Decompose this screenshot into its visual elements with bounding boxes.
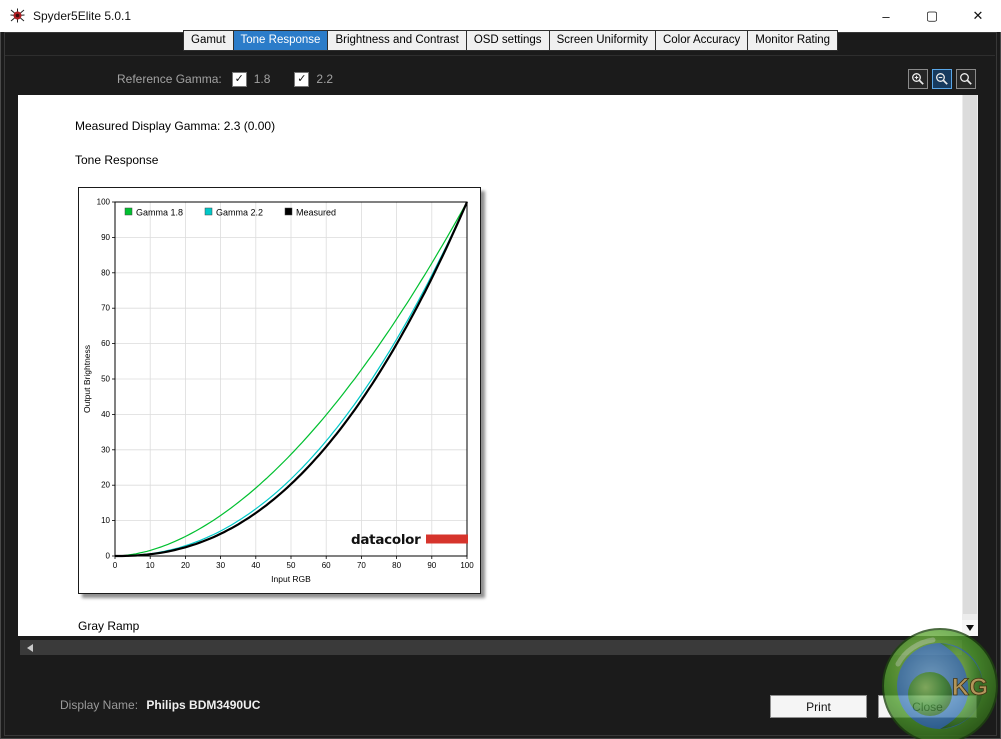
kitguru-watermark: KG [882, 628, 998, 739]
svg-text:80: 80 [101, 268, 110, 277]
tab-osd-settings[interactable]: OSD settings [466, 30, 550, 51]
app-window: Spyder5Elite 5.0.1 – ▢ ✕ Gamut Tone Respo… [0, 0, 1001, 739]
svg-text:60: 60 [322, 561, 331, 570]
window-controls: – ▢ ✕ [863, 0, 1001, 32]
svg-text:70: 70 [357, 561, 366, 570]
display-name-label: Display Name: [60, 698, 139, 712]
display-name-value: Philips BDM3490UC [146, 698, 261, 712]
reference-gamma-label: Reference Gamma: [117, 72, 222, 86]
svg-text:Gamma 2.2: Gamma 2.2 [216, 208, 263, 218]
svg-text:40: 40 [251, 561, 260, 570]
tone-response-chart: 0 10 20 30 40 50 60 70 80 90 100 0 10 20 30 40 50 60 70 80 9… [78, 187, 481, 594]
zoom-area-icon [960, 73, 972, 85]
svg-text:Measured: Measured [296, 208, 336, 218]
vertical-scrollbar-thumb[interactable] [963, 95, 977, 614]
maximize-button[interactable]: ▢ [909, 0, 955, 32]
tab-tone-response[interactable]: Tone Response [233, 30, 329, 51]
svg-text:30: 30 [216, 561, 225, 570]
svg-text:0: 0 [113, 561, 118, 570]
svg-text:Output Brightness: Output Brightness [82, 345, 92, 413]
svg-text:90: 90 [427, 561, 436, 570]
svg-text:50: 50 [287, 561, 296, 570]
gamma-22-label: 2.2 [316, 72, 334, 86]
watermark-swirl-core [908, 672, 952, 716]
scroll-left-icon[interactable] [22, 640, 38, 655]
svg-text:Input RGB: Input RGB [271, 574, 311, 584]
reference-gamma-row: Reference Gamma: ✓ 1.8 ✓ 2.2 [117, 70, 333, 88]
tab-monitor-rating[interactable]: Monitor Rating [748, 30, 839, 51]
zoom-in-button[interactable] [908, 69, 928, 89]
svg-text:0: 0 [106, 552, 111, 561]
svg-text:30: 30 [101, 445, 110, 454]
svg-text:Gamma 1.8: Gamma 1.8 [136, 208, 183, 218]
zoom-out-button[interactable] [932, 69, 952, 89]
display-name-row: Display Name: Philips BDM3490UC [60, 698, 260, 712]
watermark-text: KG [952, 674, 988, 701]
tab-gamut[interactable]: Gamut [183, 30, 234, 51]
svg-text:10: 10 [101, 516, 110, 525]
svg-text:50: 50 [101, 375, 110, 384]
gamma-22-checkbox[interactable]: ✓ [294, 71, 310, 87]
spyder-app-icon [10, 8, 25, 23]
minimize-button[interactable]: – [863, 0, 909, 32]
svg-text:90: 90 [101, 233, 110, 242]
tone-response-title: Tone Response [75, 153, 159, 167]
vertical-scrollbar[interactable] [962, 95, 978, 636]
svg-text:100: 100 [460, 561, 474, 570]
window-title: Spyder5Elite 5.0.1 [33, 9, 132, 23]
tab-brightness-and-contrast[interactable]: Brightness and Contrast [328, 30, 467, 51]
gamma-18-label: 1.8 [253, 72, 271, 86]
window-close-button[interactable]: ✕ [955, 0, 1001, 32]
tab-color-accuracy[interactable]: Color Accuracy [655, 30, 749, 51]
svg-text:60: 60 [101, 339, 110, 348]
gamma-18-checkbox[interactable]: ✓ [231, 71, 247, 87]
measured-gamma-text: Measured Display Gamma: 2.3 (0.00) [75, 119, 276, 133]
svg-text:100: 100 [97, 198, 111, 207]
svg-text:10: 10 [146, 561, 155, 570]
horizontal-scrollbar[interactable] [20, 640, 962, 655]
zoom-in-icon [912, 73, 924, 85]
zoom-area-button[interactable] [956, 69, 976, 89]
svg-text:70: 70 [101, 304, 110, 313]
print-button[interactable]: Print [770, 695, 867, 718]
content-panel: Measured Display Gamma: 2.3 (0.00) Tone … [18, 95, 962, 636]
svg-text:80: 80 [392, 561, 401, 570]
svg-text:20: 20 [181, 561, 190, 570]
tab-bar: Gamut Tone Response Brightness and Contras… [183, 30, 839, 51]
zoom-toolbar [908, 69, 976, 89]
svg-text:40: 40 [101, 410, 110, 419]
zoom-out-icon [936, 73, 948, 85]
tab-screen-uniformity[interactable]: Screen Uniformity [549, 30, 656, 51]
svg-text:datacolor: datacolor [351, 532, 421, 548]
svg-text:20: 20 [101, 481, 110, 490]
gray-ramp-title: Gray Ramp [78, 619, 140, 633]
titlebar: Spyder5Elite 5.0.1 – ▢ ✕ [0, 0, 1001, 32]
divider-line [5, 55, 995, 56]
